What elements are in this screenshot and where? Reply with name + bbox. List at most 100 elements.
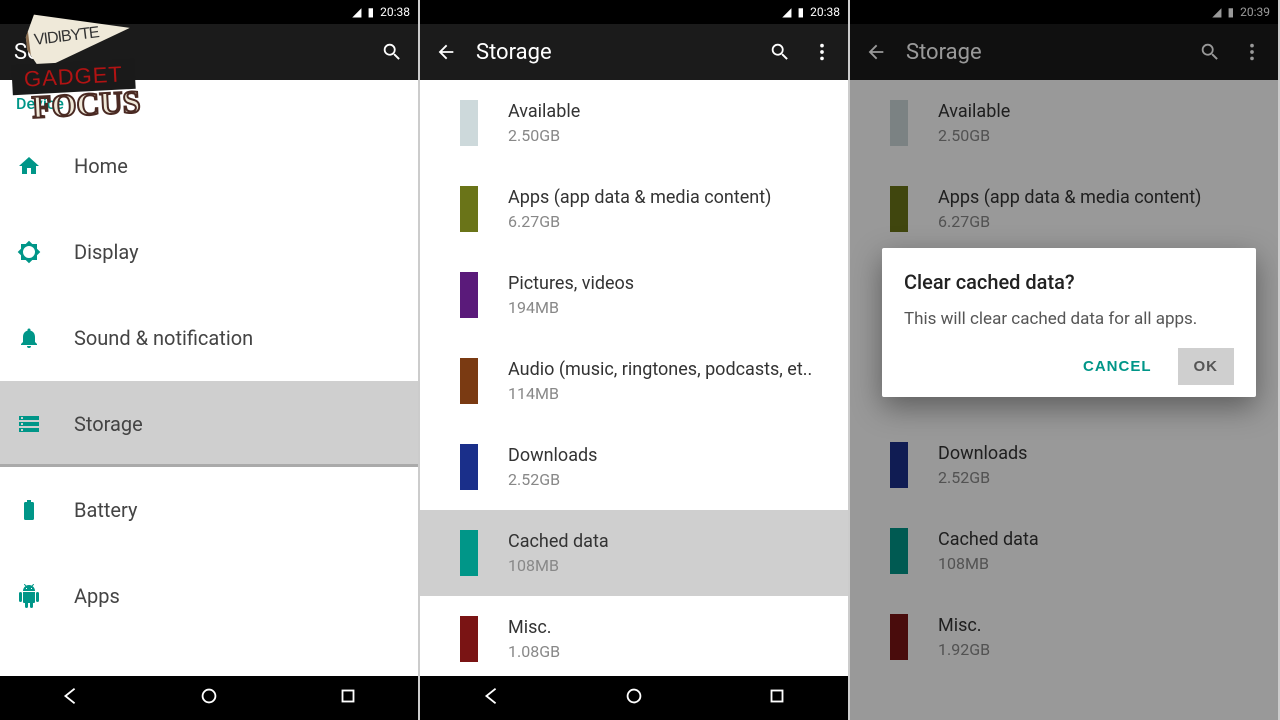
signal-icon: ◢ <box>1212 5 1221 19</box>
storage-item-label: Available <box>508 101 580 122</box>
settings-item-battery[interactable]: Battery <box>0 467 418 553</box>
page-title: Storage <box>906 40 982 65</box>
color-swatch <box>460 530 478 576</box>
phone-settings: ◢ ▮ 20:38 Set Device Home Display Sound … <box>0 0 420 720</box>
storage-item-value: 1.08GB <box>508 642 560 661</box>
status-bar: ◢ ▮ 20:39 <box>850 0 1278 24</box>
status-bar: ◢ ▮ 20:38 <box>0 0 418 24</box>
storage-item-label: Available <box>938 101 1010 122</box>
storage-item-label: Audio (music, ringtones, podcasts, et.. <box>508 359 812 380</box>
settings-item-label: Battery <box>74 498 137 522</box>
storage-item-downloads: Downloads 2.52GB <box>850 422 1278 508</box>
nav-back-icon[interactable] <box>480 685 502 711</box>
storage-item-value: 1.92GB <box>938 640 990 659</box>
storage-item-value: 194MB <box>508 298 634 317</box>
phone-storage: ◢ ▮ 20:38 Storage Available 2.50GB Apps … <box>420 0 850 720</box>
signal-icon: ◢ <box>352 5 361 19</box>
nav-recent-icon[interactable] <box>766 685 788 711</box>
storage-item-misc: Misc. 1.92GB <box>850 594 1278 680</box>
color-swatch <box>460 100 478 146</box>
storage-item-available[interactable]: Available 2.50GB <box>420 80 848 166</box>
back-arrow-icon[interactable] <box>434 40 458 64</box>
section-header-device: Device <box>0 80 418 123</box>
settings-item-label: Apps <box>74 584 120 608</box>
home-icon <box>16 153 42 179</box>
nav-home-icon[interactable] <box>198 685 220 711</box>
nav-home-icon[interactable] <box>623 685 645 711</box>
dialog-message: This will clear cached data for all apps… <box>904 308 1234 330</box>
storage-item-value: 6.27GB <box>938 212 1201 231</box>
storage-item-pictures[interactable]: Pictures, videos 194MB <box>420 252 848 338</box>
color-swatch <box>890 442 908 488</box>
storage-item-label: Misc. <box>508 617 560 638</box>
app-bar: Storage <box>420 24 848 80</box>
color-swatch <box>460 272 478 318</box>
storage-item-apps[interactable]: Apps (app data & media content) 6.27GB <box>420 166 848 252</box>
overflow-menu-icon[interactable] <box>810 40 834 64</box>
page-title: Storage <box>476 40 552 65</box>
settings-item-display[interactable]: Display <box>0 209 418 295</box>
phone-storage-dialog: ◢ ▮ 20:39 Storage Available 2.50GB <box>850 0 1280 720</box>
storage-item-value: 2.50GB <box>508 126 580 145</box>
search-icon <box>1198 40 1222 64</box>
battery-icon: ▮ <box>368 5 375 19</box>
storage-item-label: Pictures, videos <box>508 273 634 294</box>
status-clock: 20:38 <box>380 5 410 19</box>
battery-icon <box>16 497 42 523</box>
storage-item-label: Cached data <box>938 529 1039 550</box>
storage-item-value: 108MB <box>508 556 609 575</box>
settings-item-home[interactable]: Home <box>0 123 418 209</box>
color-swatch <box>890 614 908 660</box>
nav-bar <box>0 676 418 720</box>
android-icon <box>16 583 42 609</box>
overflow-menu-icon <box>1240 40 1264 64</box>
storage-item-value: 6.27GB <box>508 212 771 231</box>
storage-item-audio[interactable]: Audio (music, ringtones, podcasts, et.. … <box>420 338 848 424</box>
storage-item-label: Misc. <box>938 615 990 636</box>
search-icon[interactable] <box>380 40 404 64</box>
storage-list: Available 2.50GB Apps (app data & media … <box>850 80 1278 720</box>
color-swatch <box>460 186 478 232</box>
signal-icon: ◢ <box>782 5 791 19</box>
app-bar: Set <box>0 24 418 80</box>
settings-item-label: Home <box>74 154 128 178</box>
storage-item-downloads[interactable]: Downloads 2.52GB <box>420 424 848 510</box>
status-bar: ◢ ▮ 20:38 <box>420 0 848 24</box>
ok-button[interactable]: OK <box>1178 348 1235 385</box>
storage-item-value: 2.50GB <box>938 126 1010 145</box>
cancel-button[interactable]: CANCEL <box>1067 348 1168 385</box>
storage-list: Available 2.50GB Apps (app data & media … <box>420 80 848 676</box>
storage-item-cached: Cached data 108MB <box>850 508 1278 594</box>
settings-item-label: Sound & notification <box>74 326 253 350</box>
clear-cache-dialog: Clear cached data? This will clear cache… <box>882 248 1256 397</box>
color-swatch <box>890 100 908 146</box>
storage-item-value: 108MB <box>938 554 1039 573</box>
storage-item-misc[interactable]: Misc. 1.08GB <box>420 596 848 676</box>
settings-list: Home Display Sound & notification Storag… <box>0 123 418 676</box>
color-swatch <box>890 186 908 232</box>
settings-item-label: Storage <box>74 412 143 436</box>
color-swatch <box>890 528 908 574</box>
nav-recent-icon[interactable] <box>337 685 359 711</box>
nav-bar <box>420 676 848 720</box>
storage-item-cached[interactable]: Cached data 108MB <box>420 510 848 596</box>
battery-icon: ▮ <box>798 5 805 19</box>
status-clock: 20:38 <box>810 5 840 19</box>
storage-item-available: Available 2.50GB <box>850 80 1278 166</box>
storage-item-label: Cached data <box>508 531 609 552</box>
status-clock: 20:39 <box>1240 5 1270 19</box>
back-arrow-icon <box>864 40 888 64</box>
search-icon[interactable] <box>768 40 792 64</box>
storage-item-apps: Apps (app data & media content) 6.27GB <box>850 166 1278 252</box>
color-swatch <box>460 444 478 490</box>
brightness-icon <box>16 239 42 265</box>
settings-item-label: Display <box>74 240 139 264</box>
color-swatch <box>460 358 478 404</box>
storage-item-value: 2.52GB <box>508 470 597 489</box>
settings-item-sound[interactable]: Sound & notification <box>0 295 418 381</box>
settings-item-storage[interactable]: Storage <box>0 381 418 467</box>
dialog-title: Clear cached data? <box>904 270 1234 294</box>
nav-back-icon[interactable] <box>59 685 81 711</box>
storage-item-label: Apps (app data & media content) <box>938 187 1201 208</box>
settings-item-apps[interactable]: Apps <box>0 553 418 639</box>
